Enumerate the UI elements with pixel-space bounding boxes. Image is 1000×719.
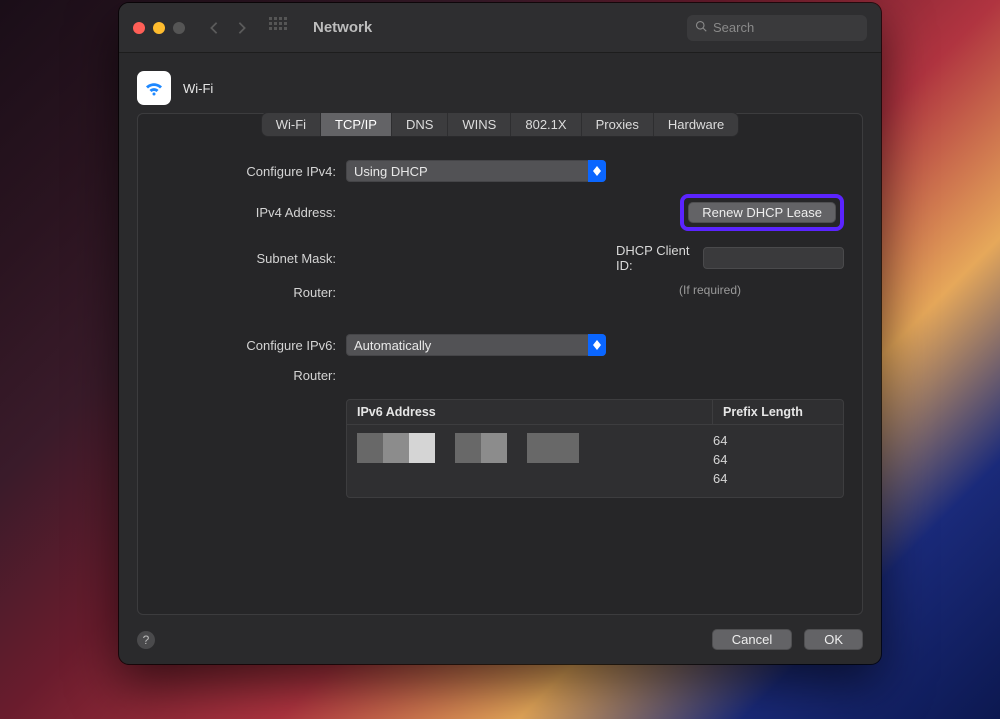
configure-ipv6-value: Automatically — [354, 338, 431, 353]
ipv6-table: IPv6 Address Prefix Length 64 64 — [346, 399, 844, 498]
tab-proxies[interactable]: Proxies — [582, 113, 654, 136]
configure-ipv4-label: Configure IPv4: — [156, 164, 336, 179]
chevron-updown-icon — [588, 160, 606, 182]
router-ipv4-label: Router: — [156, 285, 336, 300]
wifi-icon — [137, 71, 171, 105]
window-title: Network — [313, 19, 372, 36]
search-input[interactable] — [713, 20, 881, 35]
ipv4-address-label: IPv4 Address: — [156, 205, 336, 220]
pane-title: Wi-Fi — [183, 81, 213, 96]
configure-ipv4-select[interactable]: Using DHCP — [346, 160, 606, 182]
configure-ipv6-label: Configure IPv6: — [156, 338, 336, 353]
settings-tabs: Wi-Fi TCP/IP DNS WINS 802.1X Proxies Har… — [262, 113, 739, 136]
renew-highlight: Renew DHCP Lease — [680, 194, 844, 231]
ipv6-address-header[interactable]: IPv6 Address — [347, 400, 713, 424]
fullscreen-window-button[interactable] — [173, 22, 185, 34]
forward-button[interactable] — [235, 21, 249, 35]
router-ipv6-label: Router: — [156, 368, 336, 383]
window-controls — [133, 22, 185, 34]
cancel-button[interactable]: Cancel — [712, 629, 792, 650]
apps-grid-icon[interactable] — [259, 17, 287, 38]
renew-dhcp-lease-button[interactable]: Renew DHCP Lease — [688, 202, 836, 223]
settings-panel: Wi-Fi TCP/IP DNS WINS 802.1X Proxies Har… — [137, 113, 863, 615]
tab-wins[interactable]: WINS — [448, 113, 511, 136]
tcpip-form: Configure IPv4: Using DHCP IPv4 Address:… — [156, 160, 844, 498]
tab-tcpip[interactable]: TCP/IP — [321, 113, 392, 136]
minimize-window-button[interactable] — [153, 22, 165, 34]
configure-ipv4-value: Using DHCP — [354, 164, 428, 179]
prefix-length-header[interactable]: Prefix Length — [713, 400, 843, 424]
dhcp-client-id-hint: (If required) — [616, 283, 844, 297]
configure-ipv6-select[interactable]: Automatically — [346, 334, 606, 356]
tab-dns[interactable]: DNS — [392, 113, 448, 136]
footer: ? Cancel OK — [137, 629, 863, 650]
search-field[interactable] — [687, 15, 867, 41]
pane-header: Wi-Fi — [137, 71, 863, 105]
tab-8021x[interactable]: 802.1X — [511, 113, 581, 136]
dhcp-client-id-input[interactable] — [703, 247, 844, 269]
search-icon — [695, 20, 707, 35]
titlebar: Network — [119, 3, 881, 53]
prefix-length-value: 64 — [713, 452, 833, 467]
tab-hardware[interactable]: Hardware — [654, 113, 738, 136]
window-body: Wi-Fi Wi-Fi TCP/IP DNS WINS 802.1X Proxi… — [119, 53, 881, 664]
back-button[interactable] — [207, 21, 221, 35]
tab-wifi[interactable]: Wi-Fi — [262, 113, 321, 136]
help-button[interactable]: ? — [137, 631, 155, 649]
prefix-length-value: 64 — [713, 433, 833, 448]
ok-button[interactable]: OK — [804, 629, 863, 650]
network-settings-window: Network Wi-Fi Wi-Fi TCP/IP DNS WINS 802.… — [119, 3, 881, 664]
ipv6-address-cells-redacted — [357, 433, 699, 487]
subnet-mask-label: Subnet Mask: — [156, 251, 336, 266]
nav-arrows — [207, 21, 249, 35]
chevron-updown-icon — [588, 334, 606, 356]
dhcp-client-id-label: DHCP Client ID: — [616, 243, 695, 273]
prefix-length-value: 64 — [713, 471, 833, 486]
close-window-button[interactable] — [133, 22, 145, 34]
prefix-length-values: 64 64 64 — [713, 433, 833, 487]
